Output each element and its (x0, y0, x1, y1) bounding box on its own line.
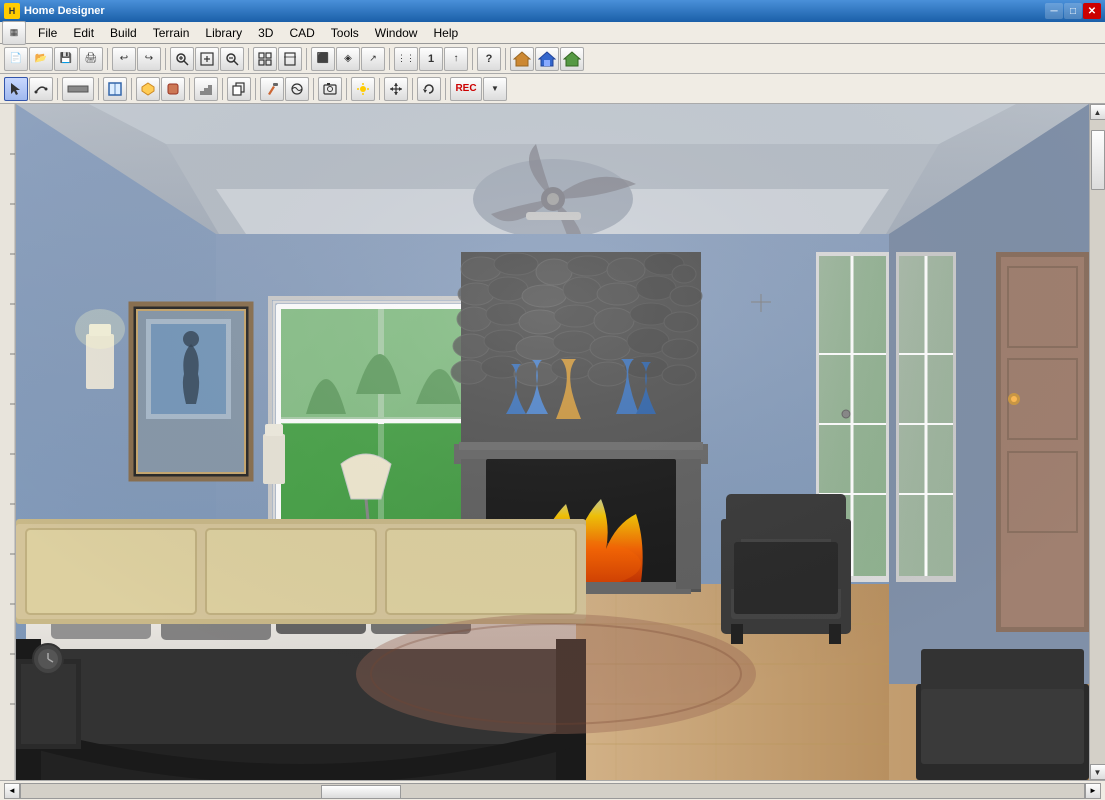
scroll-up-button[interactable]: ▲ (1090, 104, 1105, 120)
sep3 (131, 78, 132, 100)
horizontal-scrollbar[interactable]: ◄ ► (4, 783, 1101, 799)
tool-btn-5[interactable]: 1 (419, 47, 443, 71)
scroll-down-button[interactable]: ▼ (1090, 764, 1105, 780)
menu-help[interactable]: Help (425, 24, 466, 42)
scroll-track[interactable] (1090, 120, 1105, 764)
sun-tool[interactable] (351, 77, 375, 101)
scroll-thumb[interactable] (1091, 130, 1105, 190)
menu-bar: ▦ File Edit Build Terrain Library 3D CAD… (0, 22, 1105, 44)
app-title: Home Designer (24, 5, 1045, 17)
room-scene (16, 104, 1089, 780)
tool-btn-6[interactable]: ↑ (444, 47, 468, 71)
select-tool[interactable] (4, 77, 28, 101)
sep4 (189, 78, 190, 100)
scroll-h-track[interactable] (20, 783, 1085, 799)
menu-tools[interactable]: Tools (323, 24, 367, 42)
camera-tool[interactable] (318, 77, 342, 101)
vertical-scrollbar[interactable]: ▲ ▼ (1089, 104, 1105, 780)
menu-library[interactable]: Library (197, 24, 250, 42)
fit-page-button[interactable] (278, 47, 302, 71)
sep2 (165, 48, 166, 70)
ruler-left (0, 104, 16, 780)
sep3 (248, 48, 249, 70)
rec-button[interactable]: REC (450, 77, 482, 101)
object-tool[interactable] (136, 77, 160, 101)
zoom-out-button[interactable] (220, 47, 244, 71)
house-btn-1[interactable] (510, 47, 534, 71)
copy-tool[interactable] (227, 77, 251, 101)
window-controls: ─ □ ✕ (1045, 3, 1101, 19)
menu-3d[interactable]: 3D (250, 24, 281, 42)
save-button[interactable]: 💾 (54, 47, 78, 71)
room-tool[interactable] (103, 77, 127, 101)
house-btn-3[interactable] (560, 47, 584, 71)
sep8 (346, 78, 347, 100)
tool-btn-1[interactable]: ⬛ (311, 47, 335, 71)
scroll-right-button[interactable]: ► (1085, 783, 1101, 799)
sep4 (306, 48, 307, 70)
sep1 (57, 78, 58, 100)
sep6 (472, 48, 473, 70)
sep9 (379, 78, 380, 100)
menu-window[interactable]: Window (367, 24, 426, 42)
help-button[interactable]: ? (477, 47, 501, 71)
toolbar1: 📄 📂 💾 🖨 ↩ ↪ ⬛ ◈ ↗ ⋮⋮ 1 ↑ ? (0, 44, 1105, 74)
rec-dropdown[interactable]: ▼ (483, 77, 507, 101)
redo-button[interactable]: ↪ (137, 47, 161, 71)
sep7 (505, 48, 506, 70)
rotate-tool[interactable] (417, 77, 441, 101)
fit-window-button[interactable] (253, 47, 277, 71)
content-area (16, 104, 1089, 780)
menu-build[interactable]: Build (102, 24, 145, 42)
app-icon: H (4, 3, 20, 19)
undo-button[interactable]: ↩ (112, 47, 136, 71)
scroll-h-thumb[interactable] (321, 785, 401, 799)
maximize-button[interactable]: □ (1064, 3, 1082, 19)
sep10 (412, 78, 413, 100)
scroll-left-button[interactable]: ◄ (4, 783, 20, 799)
sep1 (107, 48, 108, 70)
print-button[interactable]: 🖨 (79, 47, 103, 71)
menu-file[interactable]: File (30, 24, 65, 42)
toolbar2: REC ▼ (0, 74, 1105, 104)
status-bar: ◄ ► (0, 780, 1105, 800)
close-button[interactable]: ✕ (1083, 3, 1101, 19)
sep7 (313, 78, 314, 100)
tool-btn-4[interactable]: ⋮⋮ (394, 47, 418, 71)
menu-terrain[interactable]: Terrain (145, 24, 198, 42)
sep2 (98, 78, 99, 100)
main-area: ▲ ▼ (0, 104, 1105, 780)
tool-btn-2[interactable]: ◈ (336, 47, 360, 71)
sep5 (389, 48, 390, 70)
room-canvas (16, 104, 1089, 780)
menu-edit[interactable]: Edit (65, 24, 102, 42)
wall-tool[interactable] (62, 77, 94, 101)
zoom-in-button[interactable] (170, 47, 194, 71)
menu-cad[interactable]: CAD (281, 24, 322, 42)
title-bar: H Home Designer ─ □ ✕ (0, 0, 1105, 22)
zoom-in2-button[interactable] (195, 47, 219, 71)
sep6 (255, 78, 256, 100)
paint-tool[interactable] (260, 77, 284, 101)
sep5 (222, 78, 223, 100)
polyline-tool[interactable] (29, 77, 53, 101)
material-tool[interactable] (285, 77, 309, 101)
sep11 (445, 78, 446, 100)
house-btn-2[interactable] (535, 47, 559, 71)
new-button[interactable]: 📄 (4, 47, 28, 71)
object2-tool[interactable] (161, 77, 185, 101)
stair-tool[interactable] (194, 77, 218, 101)
menu-icon-btn[interactable]: ▦ (2, 21, 26, 45)
move-tool[interactable] (384, 77, 408, 101)
minimize-button[interactable]: ─ (1045, 3, 1063, 19)
open-button[interactable]: 📂 (29, 47, 53, 71)
tool-btn-3[interactable]: ↗ (361, 47, 385, 71)
